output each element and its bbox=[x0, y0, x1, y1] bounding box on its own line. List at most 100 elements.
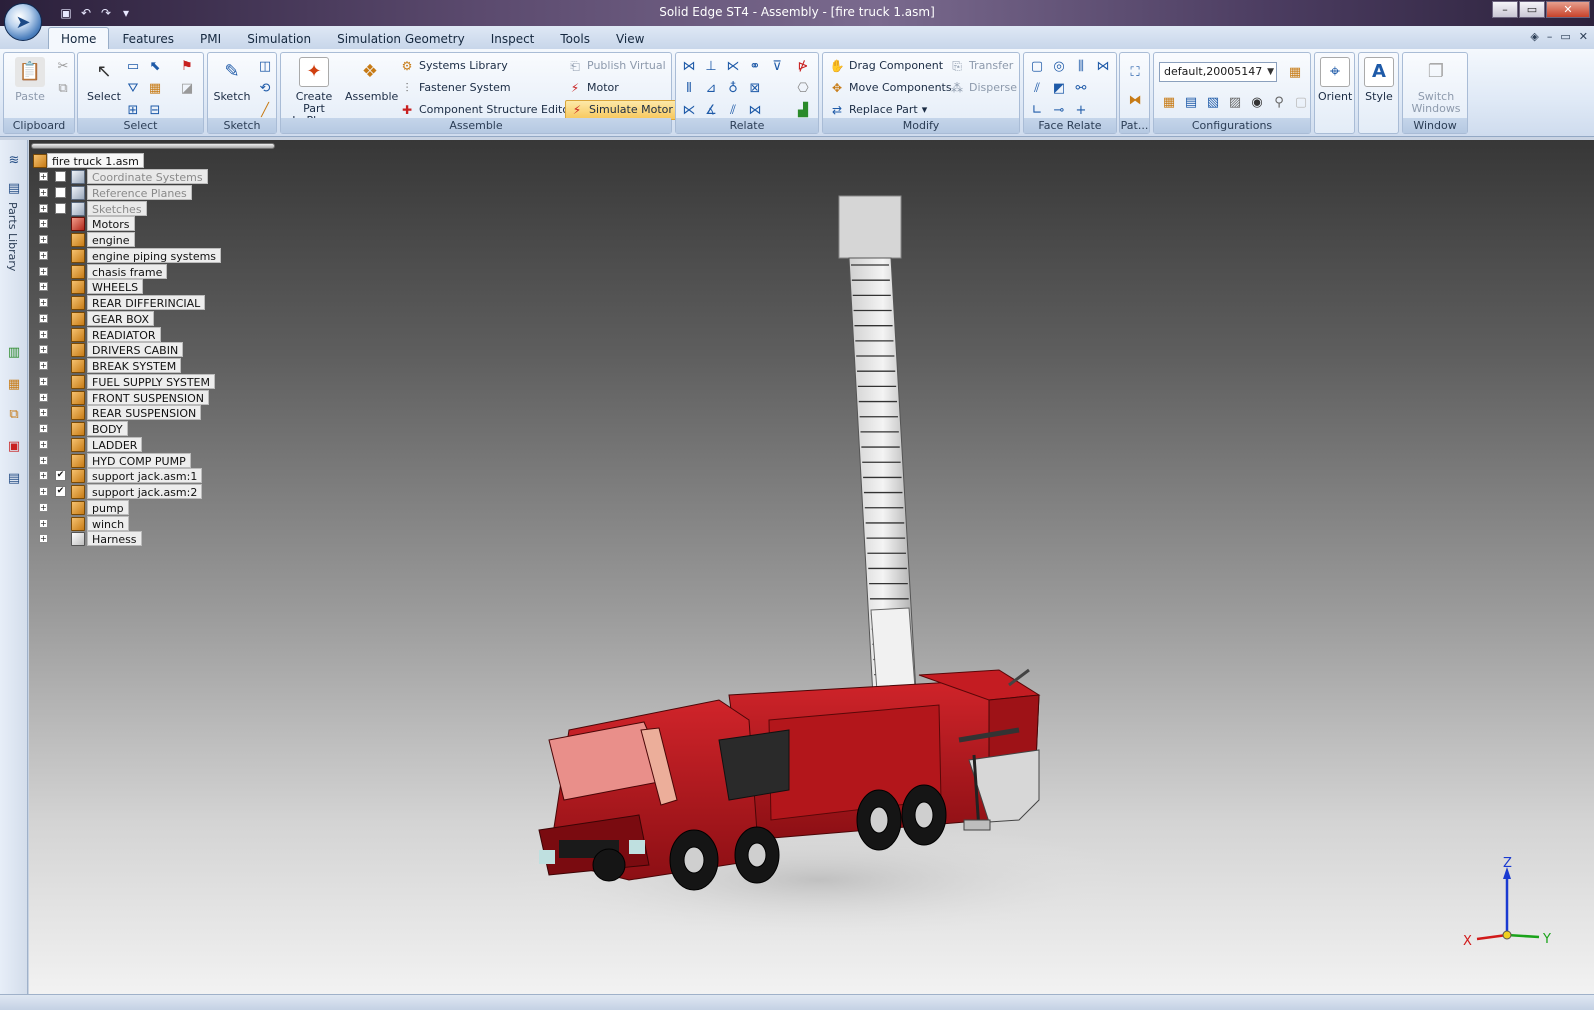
paste-button[interactable]: 📋 Paste bbox=[10, 57, 50, 103]
component-structure-editor-button[interactable]: ✚ Component Structure Editor bbox=[399, 100, 574, 120]
face-aligned-icon[interactable]: ⊸ bbox=[1050, 101, 1068, 119]
view-triad[interactable]: Z X Y bbox=[1459, 855, 1589, 965]
sketch-line-icon[interactable]: ╱ bbox=[256, 101, 274, 119]
fire-truck-model[interactable] bbox=[29, 140, 1594, 994]
sketch-button[interactable]: ✎ Sketch bbox=[212, 57, 252, 103]
orient-icon: ⌖ bbox=[1320, 57, 1350, 87]
rendering-tab-icon[interactable]: ▣ bbox=[5, 438, 23, 456]
tab-simulation[interactable]: Simulation bbox=[234, 27, 324, 49]
publish-virtual-button[interactable]: ⎗ Publish Virtual bbox=[567, 56, 665, 76]
assemble-button[interactable]: ❖ Assemble bbox=[345, 57, 398, 103]
tab-features[interactable]: Features bbox=[109, 27, 187, 49]
simulate-motor-button[interactable]: ⚡ Simulate Motor bbox=[565, 100, 677, 120]
face-rigid-icon[interactable]: ▢ bbox=[1028, 57, 1046, 75]
transfer-button[interactable]: ⎘ Transfer bbox=[949, 56, 1013, 76]
relate-options-icon[interactable]: ⋫ bbox=[794, 57, 812, 75]
pathfinder-tab-icon[interactable]: ≋ bbox=[5, 152, 23, 170]
face-offset-icon[interactable]: ⋈ bbox=[1094, 57, 1112, 75]
create-part-in-place-button[interactable]: ✦ Create Part In-Place bbox=[285, 57, 343, 127]
connect-icon[interactable]: ⊽ bbox=[768, 57, 786, 75]
close-button[interactable]: ✕ bbox=[1546, 1, 1590, 18]
disperse-button[interactable]: ⁂ Disperse bbox=[949, 78, 1017, 98]
face-parallel-icon[interactable]: ⫽ bbox=[1028, 79, 1046, 97]
motor-button[interactable]: ⚡ Motor bbox=[567, 78, 619, 98]
sketch-rotate-icon[interactable]: ⟲ bbox=[256, 79, 274, 97]
switch-windows-button[interactable]: ❐ Switch Windows bbox=[1407, 57, 1465, 115]
replace-part-button[interactable]: ⇄ Replace Part ▾ bbox=[829, 100, 927, 120]
select-options-icon[interactable]: ⊟ bbox=[146, 101, 164, 119]
select-part-icon[interactable]: ▦ bbox=[146, 79, 164, 97]
parts-library-tab[interactable]: Parts Library bbox=[6, 202, 19, 271]
config-zone-icon[interactable]: ▧ bbox=[1204, 93, 1222, 111]
tab-home[interactable]: Home bbox=[48, 27, 110, 49]
maximize-button[interactable]: ▭ bbox=[1519, 1, 1545, 18]
sensors-tab-icon[interactable]: ⧉ bbox=[5, 406, 23, 424]
config-show-icon[interactable]: ▦ bbox=[1160, 93, 1178, 111]
rigid-set-icon[interactable]: ⋈ bbox=[746, 101, 764, 119]
flag-icon[interactable]: ⚑ bbox=[178, 57, 196, 75]
tab-tools[interactable]: Tools bbox=[547, 27, 603, 49]
features-tab-icon[interactable]: ▦ bbox=[5, 376, 23, 394]
axial-align-icon[interactable]: ⋉ bbox=[724, 57, 742, 75]
tangent-icon[interactable]: ⊿ bbox=[702, 79, 720, 97]
cam-icon[interactable]: ♁ bbox=[724, 79, 742, 97]
config-display-icon[interactable]: ▤ bbox=[1182, 93, 1200, 111]
config-view-icon[interactable]: ▨ bbox=[1226, 93, 1244, 111]
doc-minimize-button[interactable]: – bbox=[1547, 30, 1553, 43]
face-concentric-icon[interactable]: ◎ bbox=[1050, 57, 1068, 75]
face-coplanar-icon[interactable]: ◩ bbox=[1050, 79, 1068, 97]
hide-icon[interactable]: ◪ bbox=[178, 79, 196, 97]
systems-library-button[interactable]: ⚙ Systems Library bbox=[399, 56, 508, 76]
doc-restore-button[interactable]: ▭ bbox=[1560, 30, 1570, 43]
filter-icon[interactable]: ⛛ bbox=[124, 79, 142, 97]
application-button[interactable]: ➤ bbox=[4, 3, 42, 41]
move-components-button[interactable]: ✥ Move Components bbox=[829, 78, 952, 98]
select-box-icon[interactable]: ▭ bbox=[124, 57, 142, 75]
tab-simulation-geometry[interactable]: Simulation Geometry bbox=[324, 27, 478, 49]
help-icon[interactable]: ◈ bbox=[1530, 30, 1538, 43]
drag-component-button[interactable]: ✋ Drag Component bbox=[829, 56, 944, 76]
orient-button[interactable]: ⌖ Orient bbox=[1318, 57, 1352, 103]
configuration-select[interactable]: default,20005147 ▼ bbox=[1159, 62, 1277, 82]
mirror-icon[interactable]: ⧓ bbox=[1126, 91, 1144, 109]
insert-icon[interactable]: ⚭ bbox=[746, 57, 764, 75]
properties-tab-icon[interactable]: ▤ bbox=[5, 470, 23, 488]
relate-assistant-icon[interactable]: ⎔ bbox=[794, 79, 812, 97]
copy-icon[interactable]: ⧉ bbox=[54, 79, 72, 97]
tab-pmi[interactable]: PMI bbox=[187, 27, 234, 49]
tab-inspect[interactable]: Inspect bbox=[478, 27, 548, 49]
graphics-viewport[interactable]: fire truck 1.asm + Coordinate Systems + Ref… bbox=[29, 140, 1594, 994]
configuration-manager-icon[interactable]: ▦ bbox=[1286, 63, 1304, 81]
layers-tab-icon[interactable]: ▥ bbox=[5, 344, 23, 362]
face-symmetric-icon[interactable]: ⫼ bbox=[1072, 57, 1090, 75]
group-label-pattern: Pat... bbox=[1120, 118, 1149, 133]
parts-library-tab-icon[interactable]: ▤ bbox=[5, 180, 23, 198]
parallel-icon[interactable]: ⫴ bbox=[680, 79, 698, 97]
cut-icon[interactable]: ✂ bbox=[54, 57, 72, 75]
pattern-icon[interactable]: ⛶ bbox=[1126, 63, 1144, 81]
relate-check-icon[interactable]: ▟ bbox=[794, 101, 812, 119]
style-button[interactable]: A Style bbox=[1362, 57, 1396, 103]
sketch-plane-icon[interactable]: ◫ bbox=[256, 57, 274, 75]
mate-icon[interactable]: ⋈ bbox=[680, 57, 698, 75]
path-icon[interactable]: ⫽ bbox=[724, 101, 742, 119]
config-sections-icon[interactable]: ⚲ bbox=[1270, 93, 1288, 111]
planar-align-icon[interactable]: ⊥ bbox=[702, 57, 720, 75]
tab-view[interactable]: View bbox=[603, 27, 657, 49]
match-cs-icon[interactable]: ⋉ bbox=[680, 101, 698, 119]
face-add-icon[interactable]: + bbox=[1072, 101, 1090, 119]
minimize-button[interactable]: – bbox=[1492, 1, 1518, 18]
select-cursor-icon[interactable]: ⬉ bbox=[146, 57, 164, 75]
group-clipboard: 📋 Paste ✂ ⧉ Clipboard bbox=[3, 52, 75, 134]
select-button[interactable]: ↖ Select bbox=[84, 57, 124, 103]
config-extra-icon[interactable]: ▢ bbox=[1292, 93, 1310, 111]
doc-close-button[interactable]: ✕ bbox=[1579, 30, 1588, 43]
fastener-system-button[interactable]: ⫶ Fastener System bbox=[399, 78, 510, 98]
group-label-modify: Modify bbox=[823, 118, 1019, 133]
gear-relate-icon[interactable]: ⊠ bbox=[746, 79, 764, 97]
face-perpendicular-icon[interactable]: ∟ bbox=[1028, 101, 1046, 119]
select-tools-icon[interactable]: ⊞ bbox=[124, 101, 142, 119]
angle-icon[interactable]: ∡ bbox=[702, 101, 720, 119]
config-camera-icon[interactable]: ◉ bbox=[1248, 93, 1266, 111]
face-tangent-icon[interactable]: ⚯ bbox=[1072, 79, 1090, 97]
